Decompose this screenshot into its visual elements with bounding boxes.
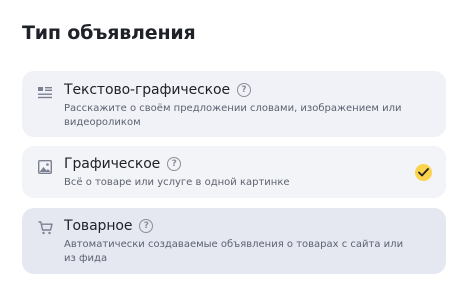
cart-icon <box>38 220 53 235</box>
option-description: Всё о товаре или услуге в одной картинке <box>64 177 290 188</box>
option-card-graphic[interactable]: Графическое ? Всё о товаре или услуге в … <box>22 146 446 198</box>
option-header: Текстово-графическое ? <box>64 82 252 98</box>
selected-check-icon <box>415 164 432 181</box>
help-icon[interactable]: ? <box>139 219 154 233</box>
option-card-product[interactable]: Товарное ? Автоматически создаваемые объ… <box>22 208 446 274</box>
option-description: Расскажите о своём предложении словами, … <box>64 103 402 128</box>
help-icon[interactable]: ? <box>237 83 252 97</box>
ad-type-panel: Тип объявления Текстово-графическое ? Ра… <box>0 0 468 295</box>
option-title: Графическое <box>64 156 161 172</box>
option-description: Автоматически создаваемые объявления о т… <box>64 239 404 264</box>
help-icon[interactable]: ? <box>167 157 182 171</box>
page-title: Тип объявления <box>22 22 196 44</box>
option-header: Графическое ? <box>64 156 182 172</box>
option-card-text-graphic[interactable]: Текстово-графическое ? Расскажите о своё… <box>22 71 446 137</box>
option-title: Текстово-графическое <box>64 82 231 98</box>
option-header: Товарное ? <box>64 218 154 234</box>
image-icon <box>37 159 53 175</box>
text-graphic-icon <box>38 85 52 99</box>
option-title: Товарное <box>64 218 133 234</box>
